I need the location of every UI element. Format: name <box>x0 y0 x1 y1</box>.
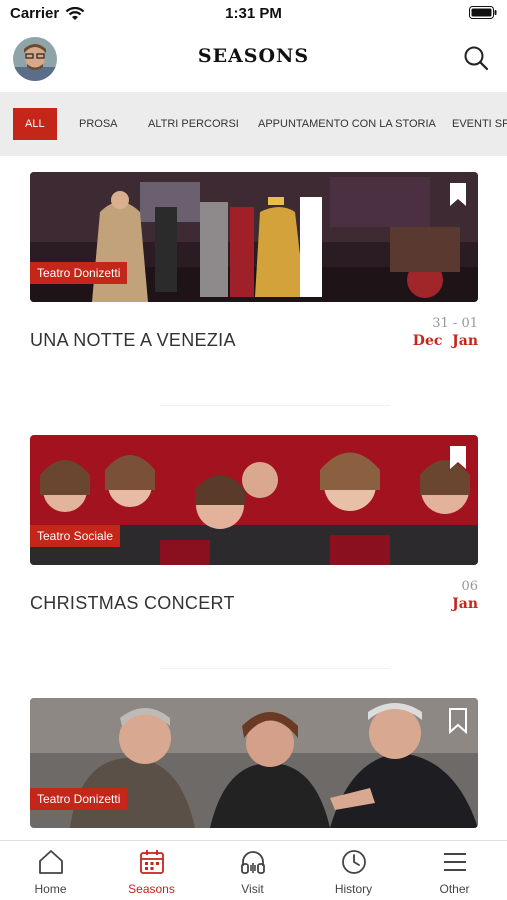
event-date-months: Dec Jan <box>412 333 478 349</box>
event-date-days: 06 <box>461 579 478 594</box>
bookmark-icon[interactable] <box>448 708 468 734</box>
filter-altri-percorsi[interactable]: ALTRI PERCORSI <box>148 108 239 140</box>
tab-label: History <box>334 882 373 896</box>
search-icon[interactable] <box>462 44 490 72</box>
category-filter-bar[interactable]: ALL PROSA ALTRI PERCORSI APPUNTAMENTO CO… <box>0 92 507 156</box>
tab-bar: Home Seasons Visit History Other <box>0 840 507 900</box>
tab-label: Other <box>439 882 470 896</box>
tab-label: Visit <box>241 882 264 896</box>
event-card[interactable]: Teatro Donizetti UNA NOTTE A VENEZIA 31 … <box>30 172 478 350</box>
menu-icon <box>444 853 466 871</box>
clock-icon <box>342 850 366 874</box>
battery-icon <box>469 6 497 19</box>
filter-all[interactable]: ALL <box>13 108 57 140</box>
tab-other[interactable]: Other <box>404 841 505 900</box>
list-divider <box>160 405 390 406</box>
clock-time: 1:31 PM <box>225 5 282 22</box>
tab-label: Seasons <box>128 882 175 896</box>
tab-visit[interactable]: Visit <box>202 841 303 900</box>
filter-prosa[interactable]: PROSA <box>79 108 118 140</box>
home-icon <box>39 850 63 874</box>
status-bar: Carrier 1:31 PM <box>0 0 507 28</box>
bookmark-icon[interactable] <box>448 445 468 471</box>
event-date-days: 31 - 01 <box>432 316 478 331</box>
calendar-icon <box>140 850 164 874</box>
venue-badge: Teatro Donizetti <box>30 788 128 810</box>
tab-history[interactable]: History <box>303 841 404 900</box>
tab-seasons[interactable]: Seasons <box>101 841 202 900</box>
bookmark-icon[interactable] <box>448 182 468 208</box>
event-date-months: Jan <box>452 596 478 612</box>
event-image[interactable]: Teatro Sociale <box>30 435 478 565</box>
header: SEASONS <box>0 28 507 90</box>
page-title: SEASONS <box>197 45 310 67</box>
event-title[interactable]: CHRISTMAS CONCERT <box>30 593 235 614</box>
filter-appuntamento-con-la-storia[interactable]: APPUNTAMENTO CON LA STORIA <box>258 108 436 140</box>
tab-home[interactable]: Home <box>0 841 101 900</box>
event-title[interactable]: UNA NOTTE A VENEZIA <box>30 330 236 351</box>
event-card[interactable]: Teatro Sociale CHRISTMAS CONCERT 06 Jan <box>30 435 478 613</box>
events-list[interactable]: Teatro Donizetti UNA NOTTE A VENEZIA 31 … <box>0 156 507 840</box>
list-divider <box>160 668 390 669</box>
event-date: 31 - 01 Dec Jan <box>413 316 478 349</box>
tab-label: Home <box>34 882 67 896</box>
filter-eventi-speciali[interactable]: EVENTI SPECIALI <box>452 108 507 140</box>
headphones-icon <box>241 851 265 874</box>
event-image[interactable]: Teatro Donizetti <box>30 698 478 828</box>
event-date: 06 Jan <box>452 579 478 612</box>
event-card[interactable]: Teatro Donizetti <box>30 698 478 828</box>
event-image[interactable]: Teatro Donizetti <box>30 172 478 302</box>
venue-badge: Teatro Donizetti <box>30 262 128 284</box>
venue-badge: Teatro Sociale <box>30 525 121 547</box>
